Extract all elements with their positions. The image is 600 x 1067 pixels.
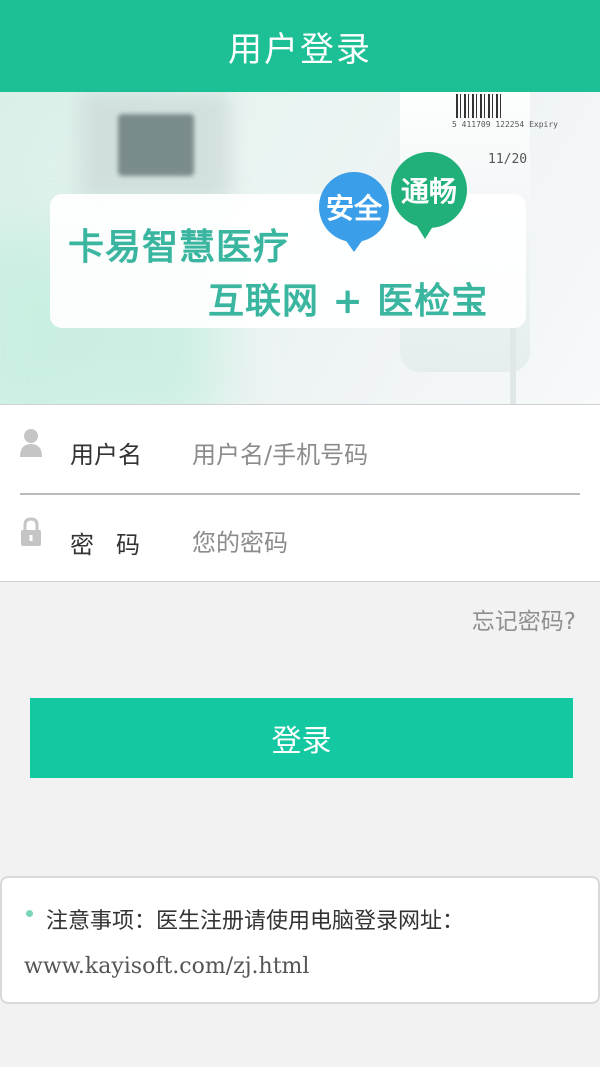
notice-text: 注意事项：医生注册请使用电脑登录网址： — [46, 909, 465, 934]
login-form: 用户名 密码 — [0, 404, 600, 582]
bubble-tail — [415, 223, 435, 239]
bag-label-small: 5 411709 122254 Expiry — [452, 120, 558, 129]
username-label: 用户名 — [70, 441, 142, 469]
bubble-tail — [344, 238, 364, 252]
banner-image: 5 411709 122254 Expiry 11/20 卡易智慧医疗 互联网 … — [0, 92, 600, 404]
slogan-line-1: 卡易智慧医疗 — [68, 227, 291, 268]
safe-bubble-text: 安全 — [325, 192, 382, 225]
username-input[interactable] — [192, 435, 572, 475]
forgot-password-link[interactable]: 忘记密码? — [472, 602, 576, 636]
barcode — [456, 94, 502, 118]
safe-bubble: 安全 — [319, 172, 389, 252]
lock-icon — [21, 517, 41, 546]
banner-monitor — [118, 114, 194, 176]
password-label: 密码 — [70, 531, 162, 559]
user-icon — [20, 429, 42, 457]
bag-label-large: 11/20 — [488, 152, 528, 167]
page-title: 用户登录 — [228, 29, 372, 70]
header-bar: 用户登录 — [0, 0, 600, 92]
login-button[interactable]: 登录 — [30, 698, 573, 778]
username-row[interactable]: 用户名 — [0, 405, 600, 493]
smooth-bubble: 通畅 — [391, 152, 467, 239]
notice-url[interactable]: www.kayisoft.com/zj.html — [24, 954, 309, 979]
password-input[interactable] — [192, 523, 572, 563]
bullet-dot — [26, 910, 33, 917]
password-row[interactable]: 密码 — [0, 495, 600, 583]
notice-box: 注意事项：医生注册请使用电脑登录网址： www.kayisoft.com/zj.… — [0, 876, 600, 1004]
smooth-bubble-text: 通畅 — [400, 175, 457, 208]
slogan-line-2: 互联网 + 医检宝 — [208, 281, 489, 322]
